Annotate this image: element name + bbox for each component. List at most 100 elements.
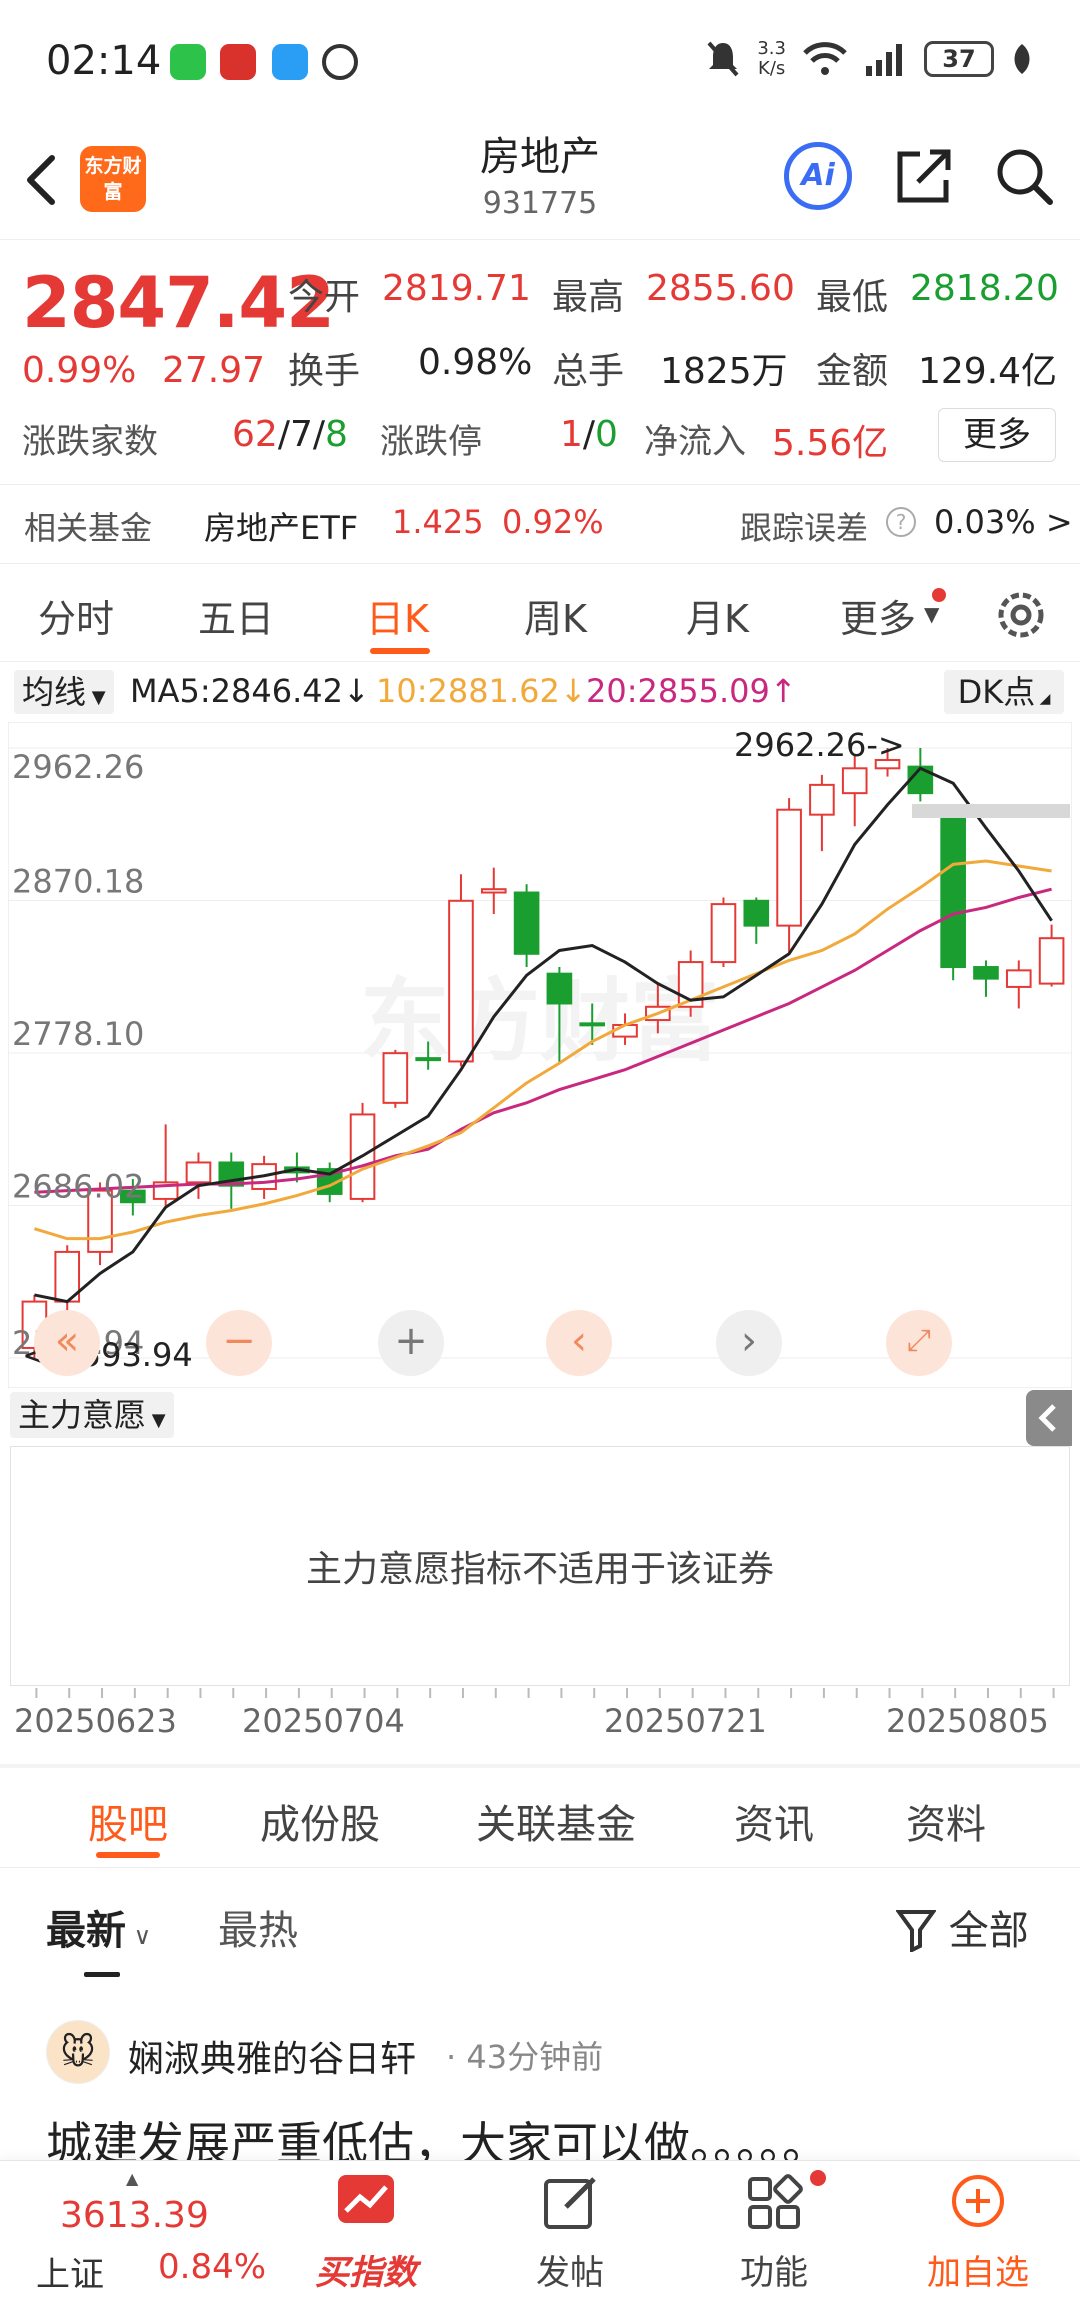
- candle-up: [448, 899, 474, 1063]
- settings-gear-icon[interactable]: [994, 588, 1048, 642]
- related-fund-row[interactable]: 相关基金 房地产ETF 1.425 0.92% 跟踪误差 ? 0.03% >: [0, 484, 1080, 564]
- share-icon[interactable]: [892, 144, 956, 208]
- candle-up: [776, 808, 802, 927]
- chart-controls: « − + ‹ › ⤢: [0, 1310, 1080, 1376]
- tab-weekly-k[interactable]: 周K: [524, 588, 587, 643]
- search-icon[interactable]: [992, 144, 1056, 208]
- index-ticker[interactable]: ▲ 3613.39 上证 0.84%: [0, 2161, 270, 2324]
- net-speed: 3.3 K/s: [757, 38, 786, 79]
- amount-value: 129.4亿: [918, 351, 1058, 392]
- ma5-value: MA5:2846.42↓: [130, 672, 370, 710]
- user-avatar[interactable]: 🐭: [46, 2020, 110, 2084]
- fund-change: 0.92%: [502, 503, 604, 541]
- active-content-tab-indicator: [96, 1852, 160, 1858]
- next-icon[interactable]: ›: [716, 1310, 782, 1376]
- fund-price: 1.425: [392, 503, 484, 541]
- tab-monthly-k[interactable]: 月K: [686, 588, 749, 643]
- y-tick-label: 2962.26: [12, 748, 144, 786]
- date-label: 20250704: [242, 1702, 405, 1740]
- post-header[interactable]: 🐭 娴淑典雅的谷日轩 · 43分钟前: [46, 2020, 1046, 2090]
- filter-button[interactable]: 全部: [895, 1898, 1029, 1956]
- collapse-panel-icon[interactable]: [1026, 1390, 1072, 1446]
- post-button[interactable]: 发帖: [490, 2171, 650, 2321]
- date-axis: 20250623 20250704 20250721 20250805: [0, 1700, 1080, 1760]
- candle-up: [1038, 937, 1065, 985]
- high-label: 最高: [552, 277, 625, 318]
- tab-news[interactable]: 资讯: [734, 1792, 814, 1850]
- functions-label: 功能: [740, 2253, 808, 2293]
- tab-daily-k[interactable]: 日K: [366, 588, 429, 643]
- watermark: 东方财富: [360, 969, 720, 1074]
- turnover-value: 0.98%: [418, 342, 533, 383]
- more-quote-button[interactable]: 更多: [938, 408, 1056, 462]
- filter-label: 全部: [948, 1908, 1029, 1954]
- breadth-label: 涨跌家数: [22, 422, 158, 462]
- buy-index-label: 买指数: [315, 2253, 417, 2293]
- date-label: 20250805: [886, 1702, 1049, 1740]
- candle-down: [513, 891, 540, 955]
- fullscreen-icon[interactable]: ⤢: [886, 1310, 952, 1376]
- rewind-icon[interactable]: «: [34, 1310, 100, 1376]
- content-tabs: 股吧 成份股 关联基金 资讯 资料: [0, 1768, 1080, 1868]
- candle-up: [480, 888, 507, 894]
- app-notification-icon: [220, 44, 256, 80]
- help-icon[interactable]: ?: [886, 507, 916, 537]
- fund-name: 房地产ETF: [204, 509, 359, 547]
- buy-index-button[interactable]: 买指数: [286, 2171, 446, 2321]
- breadth-sep: /: [312, 414, 325, 455]
- volume-value: 1825万: [660, 351, 788, 392]
- tab-intraday[interactable]: 分时: [38, 588, 114, 643]
- zoom-in-icon[interactable]: +: [378, 1310, 444, 1376]
- dk-point-toggle[interactable]: DK点 ◢: [944, 670, 1064, 714]
- breadth-value: 62/7/8: [232, 414, 348, 455]
- add-watchlist-button[interactable]: 加自选: [898, 2171, 1058, 2321]
- sort-latest-label: 最新: [46, 1908, 126, 1954]
- candle-up: [841, 767, 868, 795]
- trend-chart-icon: [338, 2175, 394, 2223]
- tab-five-day[interactable]: 五日: [198, 588, 274, 643]
- candle-up: [382, 1052, 409, 1104]
- candle-up: [710, 903, 737, 964]
- zoom-out-icon[interactable]: −: [206, 1310, 272, 1376]
- tab-forum[interactable]: 股吧: [88, 1792, 168, 1850]
- post-username[interactable]: 娴淑典雅的谷日轩: [128, 2030, 416, 2082]
- battery-icon: 37: [924, 41, 994, 77]
- tab-related-funds[interactable]: 关联基金: [476, 1792, 636, 1850]
- indicator-selector[interactable]: 主力意愿 ▼: [10, 1392, 174, 1438]
- ma10-value: 10:2881.62↓: [376, 672, 587, 710]
- index-name: 上证: [36, 2255, 104, 2295]
- tab-more[interactable]: 更多: [840, 588, 916, 643]
- ma-selector-label: 均线: [22, 673, 87, 711]
- candlestick-chart[interactable]: 东方财富 2962.262870.182778.102686.022593.94…: [8, 722, 1072, 1388]
- ma-legend: 均线 ▼ MA5:2846.42↓ 10:2881.62↓ 20:2855.09…: [0, 668, 1080, 718]
- period-tabs: 分时 五日 日K 周K 月K 更多 ▼: [0, 566, 1080, 662]
- functions-button[interactable]: 功能: [694, 2171, 854, 2321]
- indicator-label: 主力意愿: [18, 1396, 147, 1434]
- plus-circle-icon: [952, 2175, 1004, 2227]
- y-tick-label: 2778.10: [12, 1015, 144, 1053]
- limit-label: 涨跌停: [380, 422, 482, 462]
- mute-icon: [707, 41, 739, 77]
- post-time: · 43分钟前: [446, 2038, 604, 2076]
- limit-value: 1/0: [560, 414, 618, 455]
- chevron-down-icon: ▼: [146, 1410, 166, 1431]
- notification-dot: [932, 588, 946, 602]
- bottom-bar: ▲ 3613.39 上证 0.84% 买指数 发帖 功能 加自选: [0, 2160, 1080, 2324]
- indicator-message: 主力意愿指标不适用于该证券: [305, 1549, 774, 1590]
- wechat-icon: [170, 44, 206, 80]
- volume-label: 总手: [552, 351, 625, 392]
- ai-assistant-button[interactable]: Ai: [784, 142, 852, 210]
- ma20-value: 20:2855.09↑: [586, 672, 797, 710]
- tab-constituents[interactable]: 成份股: [260, 1792, 380, 1850]
- index-value: 3613.39: [60, 2195, 209, 2236]
- sort-latest[interactable]: 最新 ∨: [46, 1898, 151, 1956]
- sort-hot[interactable]: 最热: [218, 1898, 298, 1956]
- limit-up: 1: [560, 414, 583, 455]
- breadth-sep: /: [277, 414, 290, 455]
- candle-up: [809, 783, 835, 816]
- price-highlight-band: [912, 804, 1070, 818]
- prev-icon[interactable]: ‹: [546, 1310, 612, 1376]
- ma-selector[interactable]: 均线 ▼: [14, 670, 114, 714]
- tab-profile[interactable]: 资料: [906, 1792, 986, 1850]
- high-value: 2855.60: [646, 268, 795, 309]
